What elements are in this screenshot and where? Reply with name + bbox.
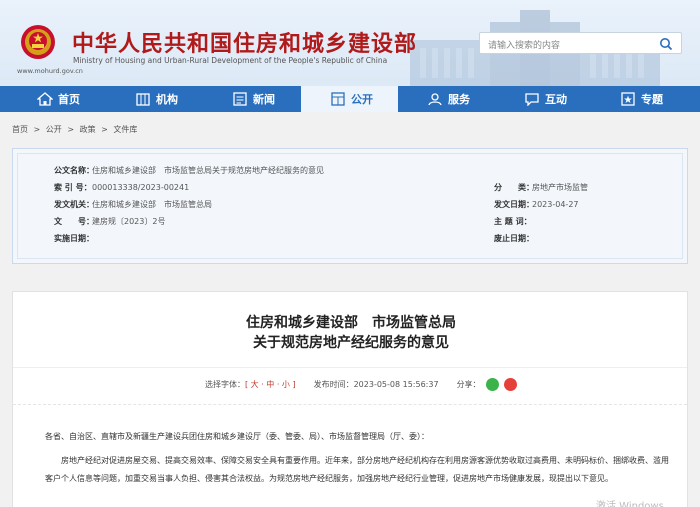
- nav-label: 服务: [448, 93, 470, 106]
- divider: [13, 367, 687, 368]
- doc-toolbar: 选择字体： [ 大 · 中 · 小 ] 发布时间： 2023-05-08 15:…: [205, 378, 517, 391]
- nav-item-org[interactable]: 机构: [135, 86, 178, 112]
- topic-icon: [621, 92, 635, 106]
- meta-label: 索 引 号：: [54, 183, 92, 192]
- publish-time-label: 发布时间：: [313, 380, 354, 389]
- search-input[interactable]: 请输入搜索的内容: [479, 32, 682, 54]
- meta-value: 房地产市场监管: [532, 183, 588, 192]
- wechat-share-icon[interactable]: [485, 378, 499, 391]
- breadcrumb-separator: >: [33, 125, 41, 134]
- font-size-label: 选择字体：: [205, 380, 245, 389]
- building-icon: [136, 93, 150, 106]
- national-emblem-icon: [21, 25, 55, 59]
- document-content: 住房和城乡建设部 市场监管总局 关于规范房地产经纪服务的意见 选择字体： [ 大…: [12, 291, 688, 507]
- doc-title-line2: 关于规范房地产经纪服务的意见: [253, 335, 449, 351]
- nav-item-topic[interactable]: 专题: [620, 86, 663, 112]
- meta-category: 分 类：房地产市场监管: [494, 182, 588, 193]
- divider: [13, 404, 687, 405]
- search-icon[interactable]: [659, 37, 673, 51]
- windows-activation-watermark: 激活 Windows: [596, 501, 664, 507]
- nav-label: 互动: [545, 93, 567, 106]
- search-placeholder: 请输入搜索的内容: [488, 41, 561, 51]
- meta-value: 2023-04-27: [532, 200, 579, 209]
- meta-value: 住房和城乡建设部 市场监管总局: [92, 200, 212, 209]
- meta-label: 公文名称：: [54, 166, 94, 175]
- nav-label: 专题: [641, 93, 663, 106]
- site-header: 中华人民共和国住房和城乡建设部 Ministry of Housing and …: [0, 0, 700, 86]
- main-nav: 首页 机构 新闻 公开 服务 互动 专题: [0, 86, 700, 112]
- meta-label: 废止日期：: [494, 234, 534, 243]
- nav-item-home[interactable]: 首页: [37, 86, 80, 112]
- weibo-share-icon[interactable]: [503, 378, 517, 391]
- breadcrumb-library[interactable]: 文件库: [113, 125, 137, 134]
- breadcrumb-separator: >: [67, 125, 75, 134]
- meta-docno: 文 号：建房规〔2023〕2号: [54, 216, 165, 227]
- site-title: 中华人民共和国住房和城乡建设部: [72, 32, 418, 57]
- share-label: 分享：: [456, 380, 481, 389]
- public-icon: [331, 92, 345, 106]
- service-icon: [428, 93, 442, 106]
- nav-label: 新闻: [253, 93, 275, 106]
- breadcrumb-public[interactable]: 公开: [46, 125, 62, 134]
- publish-time: 2023-05-08 15:56:37: [353, 380, 439, 389]
- doc-addressee: 各省、自治区、直辖市及新疆生产建设兵团住房和城乡建设厅（委、管委、局）、市场监督…: [45, 432, 429, 441]
- chat-icon: [525, 93, 539, 106]
- meta-abolish: 废止日期：: [494, 233, 534, 244]
- meta-label: 文 号：: [54, 217, 94, 226]
- meta-value: 住房和城乡建设部 市场监管总局关于规范房地产经纪服务的意见: [92, 166, 324, 175]
- meta-label: 分 类：: [494, 183, 534, 192]
- breadcrumb-separator: >: [101, 125, 108, 134]
- meta-effective: 实施日期：: [54, 233, 94, 244]
- nav-label: 公开: [351, 93, 373, 106]
- nav-item-interact[interactable]: 互动: [524, 86, 567, 112]
- document-metadata-panel: 公文名称：住房和城乡建设部 市场监管总局关于规范房地产经纪服务的意见 索 引 号…: [12, 148, 688, 264]
- doc-title-line1: 住房和城乡建设部 市场监管总局: [246, 315, 456, 331]
- nav-item-service[interactable]: 服务: [427, 86, 470, 112]
- nav-label: 首页: [58, 93, 80, 106]
- nav-label: 机构: [156, 93, 178, 106]
- meta-date: 发文日期：2023-04-27: [494, 199, 579, 210]
- font-size-selector[interactable]: [ 大 · 中 · 小 ]: [245, 379, 296, 390]
- breadcrumb-policy[interactable]: 政策: [80, 125, 96, 134]
- meta-label: 发文日期：: [494, 200, 534, 209]
- doc-paragraph: 房地产经纪对促进房屋交易、提高交易效率、保障交易安全具有重要作用。近年来，部分房…: [45, 456, 669, 483]
- meta-index: 索 引 号：000013338/2023-00241: [54, 182, 189, 193]
- news-icon: [233, 92, 247, 106]
- breadcrumb: 首页 > 公开 > 政策 > 文件库: [12, 124, 140, 135]
- meta-doc-name: 公文名称：住房和城乡建设部 市场监管总局关于规范房地产经纪服务的意见: [54, 165, 324, 176]
- meta-value: 建房规〔2023〕2号: [92, 217, 166, 226]
- meta-label: 主 题 词：: [494, 217, 532, 226]
- meta-topic: 主 题 词：: [494, 216, 532, 227]
- breadcrumb-home[interactable]: 首页: [12, 125, 28, 134]
- meta-issuer: 发文机关：住房和城乡建设部 市场监管总局: [54, 199, 212, 210]
- meta-value: 000013338/2023-00241: [92, 183, 190, 192]
- meta-label: 发文机关：: [54, 200, 94, 209]
- site-domain: www.mohurd.gov.cn: [17, 67, 83, 75]
- site-subtitle: Ministry of Housing and Urban-Rural Deve…: [73, 56, 388, 65]
- nav-item-public[interactable]: 公开: [301, 86, 398, 112]
- nav-item-news[interactable]: 新闻: [232, 86, 275, 112]
- meta-label: 实施日期：: [54, 234, 94, 243]
- home-icon: [37, 92, 53, 106]
